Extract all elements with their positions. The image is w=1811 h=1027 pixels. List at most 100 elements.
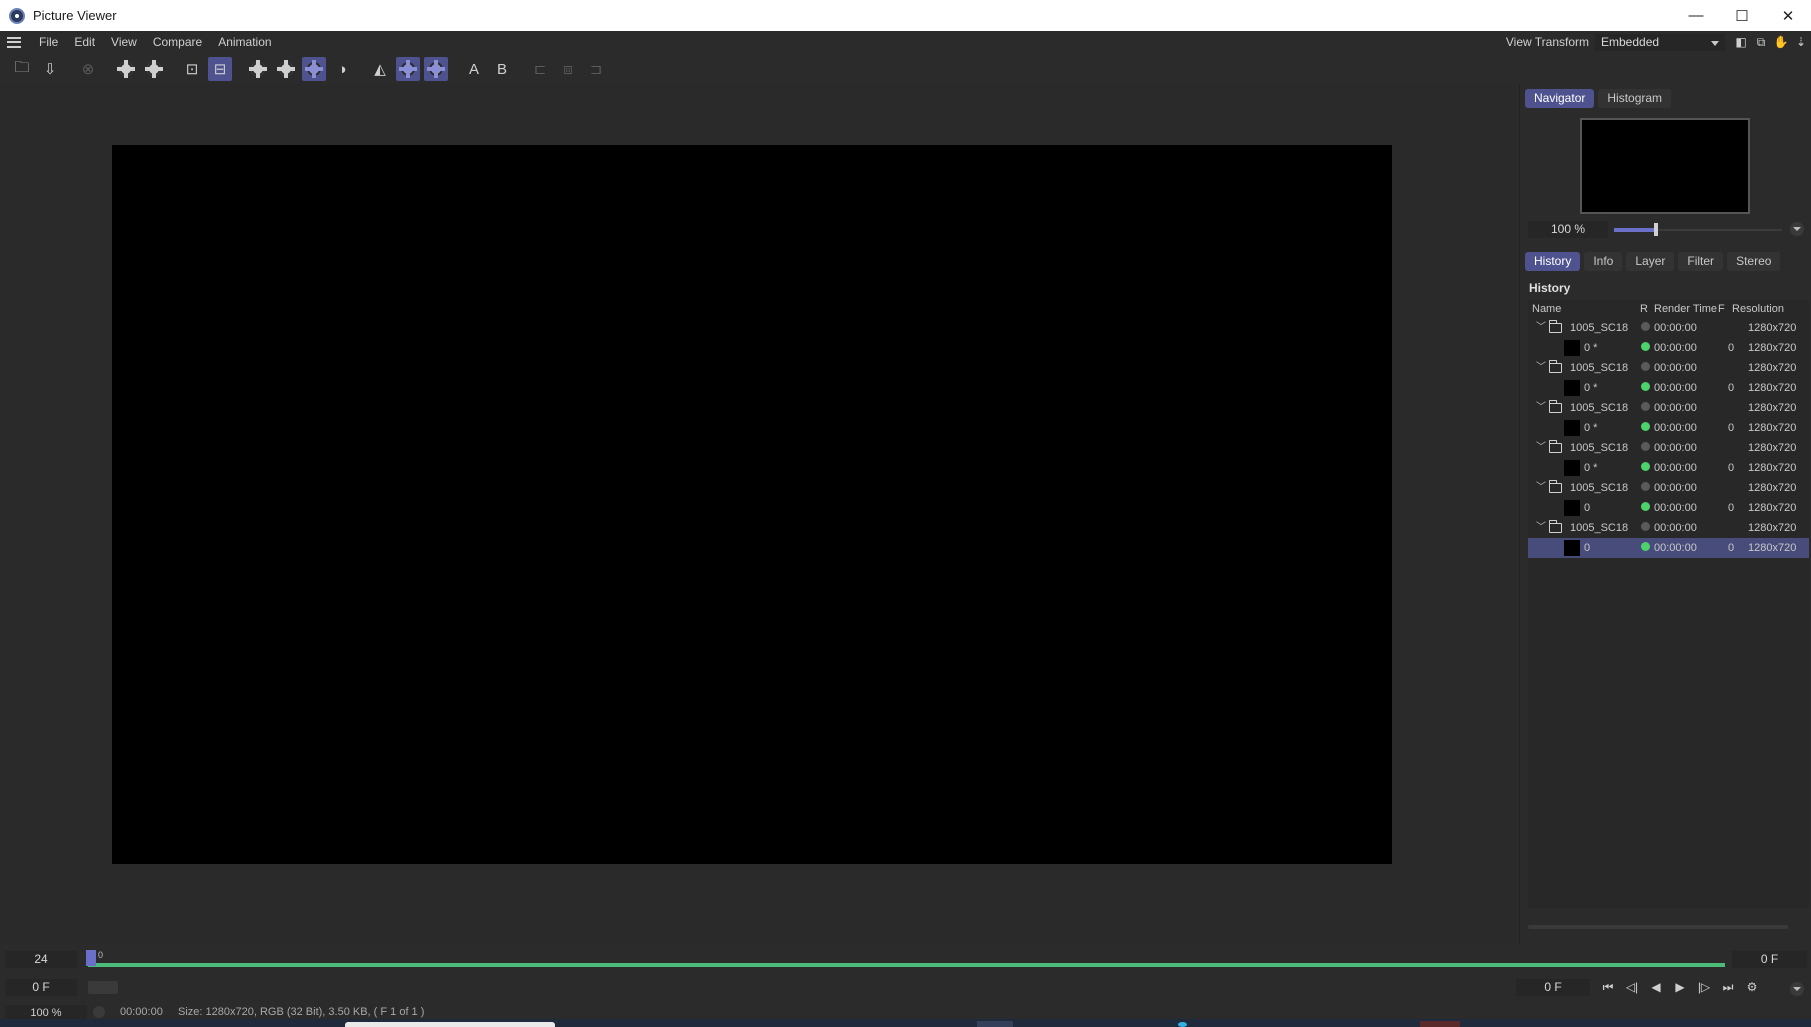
menu-animation[interactable]: Animation	[210, 35, 279, 49]
group-name: 1005_SC18	[1570, 482, 1629, 494]
previous-keyframe-icon[interactable]: ◁|	[1620, 977, 1644, 997]
save-icon[interactable]: ⇩	[38, 57, 62, 81]
play-forward-icon[interactable]: ▶	[1668, 977, 1692, 997]
timeline-playhead[interactable]	[86, 950, 96, 966]
layout-toggle-icon[interactable]: ◧	[1731, 34, 1751, 51]
status-zoom-field[interactable]: 100 %	[5, 1005, 87, 1019]
end-frame-field[interactable]: 0 F	[1732, 951, 1807, 968]
history-group-row[interactable]: ﹀ 1005_SC18 00:00:00 1280x720	[1528, 518, 1809, 538]
tab-filter[interactable]: Filter	[1678, 252, 1724, 271]
history-group-row[interactable]: ﹀ 1005_SC18 00:00:00 1280x720	[1528, 358, 1809, 378]
taskbar-app-button[interactable]	[977, 1021, 1013, 1027]
start-frame-field[interactable]: 0 F	[5, 979, 77, 996]
go-to-end-icon[interactable]: ⏭	[1716, 977, 1740, 997]
tab-layer[interactable]: Layer	[1626, 252, 1675, 271]
tab-history[interactable]: History	[1525, 252, 1581, 271]
zoom-options-icon[interactable]	[1790, 222, 1804, 236]
navigator-preview[interactable]	[1580, 118, 1750, 214]
render-region-icon[interactable]	[142, 57, 166, 81]
open-folder-icon[interactable]: 🗀	[10, 57, 34, 81]
history-item-row[interactable]: 0 * 00:00:00 0 1280x720	[1528, 338, 1809, 358]
chevron-down-icon[interactable]: ﹀	[1536, 318, 1546, 338]
chevron-down-icon[interactable]: ﹀	[1536, 478, 1546, 498]
pin-icon[interactable]: ⇣	[1791, 34, 1811, 51]
column-f[interactable]: F	[1718, 303, 1725, 315]
close-button[interactable]: ✕	[1765, 0, 1811, 31]
hand-icon[interactable]: ✋	[1771, 34, 1791, 51]
chevron-down-icon[interactable]: ﹀	[1536, 518, 1546, 538]
play-backward-icon[interactable]: ◀	[1644, 977, 1668, 997]
channel-r-icon[interactable]	[246, 57, 270, 81]
history-group-row[interactable]: ﹀ 1005_SC18 00:00:00 1280x720	[1528, 398, 1809, 418]
compare-swap-icon[interactable]: ◭	[368, 57, 392, 81]
menu-file[interactable]: File	[31, 35, 66, 49]
compare-mode-a-icon[interactable]	[396, 57, 420, 81]
view-transform-select[interactable]: Embedded	[1595, 33, 1725, 51]
navigator-zoom-field[interactable]: 100 %	[1528, 220, 1608, 238]
compare-overlay-icon[interactable]: ⧈	[556, 57, 580, 81]
channel-g-icon[interactable]	[274, 57, 298, 81]
set-b-button[interactable]: B	[490, 57, 514, 81]
set-a-button[interactable]: A	[462, 57, 486, 81]
history-group-row[interactable]: ﹀ 1005_SC18 00:00:00 1280x720	[1528, 478, 1809, 498]
taskbar-search-box[interactable]	[345, 1022, 555, 1027]
hamburger-menu-icon[interactable]	[7, 36, 21, 48]
contrast-icon[interactable]: ◑	[330, 57, 354, 81]
history-item-row[interactable]: 0 * 00:00:00 0 1280x720	[1528, 458, 1809, 478]
menu-compare[interactable]: Compare	[145, 35, 210, 49]
tab-navigator[interactable]: Navigator	[1525, 89, 1595, 108]
history-item-row[interactable]: 0 * 00:00:00 0 1280x720	[1528, 378, 1809, 398]
chevron-down-icon[interactable]: ﹀	[1536, 438, 1546, 458]
next-frame-icon[interactable]: |▷	[1692, 977, 1716, 997]
column-resolution[interactable]: Resolution	[1732, 303, 1784, 315]
chevron-down-icon[interactable]: ﹀	[1536, 398, 1546, 418]
timeline-track[interactable]	[88, 963, 1725, 967]
fit-frame-icon[interactable]: ⊡	[180, 57, 204, 81]
go-to-start-icon[interactable]: ⏮	[1596, 977, 1620, 997]
history-group-row[interactable]: ﹀ 1005_SC18 00:00:00 1280x720	[1528, 318, 1809, 338]
current-frame-field[interactable]: 0 F	[1516, 979, 1590, 996]
folder-icon	[1548, 320, 1562, 333]
playback-range-slider[interactable]	[88, 981, 118, 994]
render-time: 00:00:00	[1654, 322, 1697, 334]
channel-b-icon[interactable]	[302, 57, 326, 81]
fps-field[interactable]: 24	[5, 951, 77, 968]
resolution: 1280x720	[1748, 542, 1797, 554]
history-item-row-selected[interactable]: 0 00:00:00 0 1280x720	[1528, 538, 1809, 558]
taskbar-app-icon[interactable]	[1178, 1022, 1187, 1027]
image-viewport[interactable]	[0, 84, 1517, 944]
resolution: 1280x720	[1748, 382, 1797, 394]
render-time: 00:00:00	[1654, 502, 1697, 514]
fit-screen-icon[interactable]: ⊟	[208, 57, 232, 81]
tab-histogram[interactable]: Histogram	[1598, 89, 1672, 108]
zoom-dropdown-icon[interactable]	[93, 1006, 105, 1018]
tab-info[interactable]: Info	[1584, 252, 1623, 271]
render-settings-icon[interactable]	[114, 57, 138, 81]
compare-mode-b-icon[interactable]	[424, 57, 448, 81]
compare-diff-icon[interactable]: ⊐	[584, 57, 608, 81]
item-name: 0 *	[1584, 382, 1598, 394]
menu-view[interactable]: View	[103, 35, 145, 49]
history-item-row[interactable]: 0 00:00:00 0 1280x720	[1528, 498, 1809, 518]
history-horizontal-scrollbar[interactable]	[1528, 925, 1788, 929]
external-window-icon[interactable]: ⧉	[1751, 34, 1771, 51]
history-group-row[interactable]: ﹀ 1005_SC18 00:00:00 1280x720	[1528, 438, 1809, 458]
column-render-time[interactable]: Render Time	[1654, 303, 1717, 315]
tab-stereo[interactable]: Stereo	[1727, 252, 1781, 271]
stop-render-icon[interactable]: ⊗	[76, 57, 100, 81]
history-item-row[interactable]: 0 * 00:00:00 0 1280x720	[1528, 418, 1809, 438]
navigator-zoom-slider[interactable]	[1614, 221, 1782, 238]
playback-options-icon[interactable]	[1790, 982, 1804, 996]
compare-split-icon[interactable]: ⊏	[528, 57, 552, 81]
chevron-down-icon[interactable]: ﹀	[1536, 358, 1546, 378]
taskbar-app-button[interactable]	[1420, 1021, 1460, 1027]
loop-settings-icon[interactable]: ⚙	[1740, 977, 1764, 997]
maximize-button[interactable]: ☐	[1719, 0, 1765, 31]
column-r[interactable]: R	[1640, 303, 1648, 315]
column-name[interactable]: Name	[1532, 303, 1561, 315]
rendered-image[interactable]	[112, 145, 1392, 864]
menu-edit[interactable]: Edit	[66, 35, 103, 49]
zoom-slider-handle[interactable]	[1654, 222, 1658, 236]
frame-value: 0	[1728, 422, 1735, 434]
minimize-button[interactable]: —	[1673, 0, 1719, 31]
